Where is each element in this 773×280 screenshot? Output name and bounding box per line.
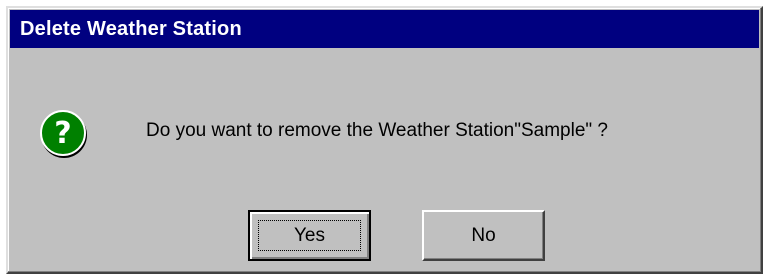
question-icon: ? (38, 108, 90, 160)
dialog-title: Delete Weather Station (20, 17, 242, 40)
yes-button[interactable]: Yes (248, 210, 371, 261)
confirmation-message: Do you want to remove the Weather Statio… (146, 120, 608, 141)
svg-text:?: ? (54, 116, 71, 151)
yes-button-label: Yes (294, 224, 325, 246)
delete-weather-station-dialog: Delete Weather Station ? Do you want to … (6, 6, 763, 274)
no-button[interactable]: No (422, 210, 545, 261)
title-bar[interactable]: Delete Weather Station (10, 10, 759, 48)
no-button-label: No (471, 224, 496, 246)
